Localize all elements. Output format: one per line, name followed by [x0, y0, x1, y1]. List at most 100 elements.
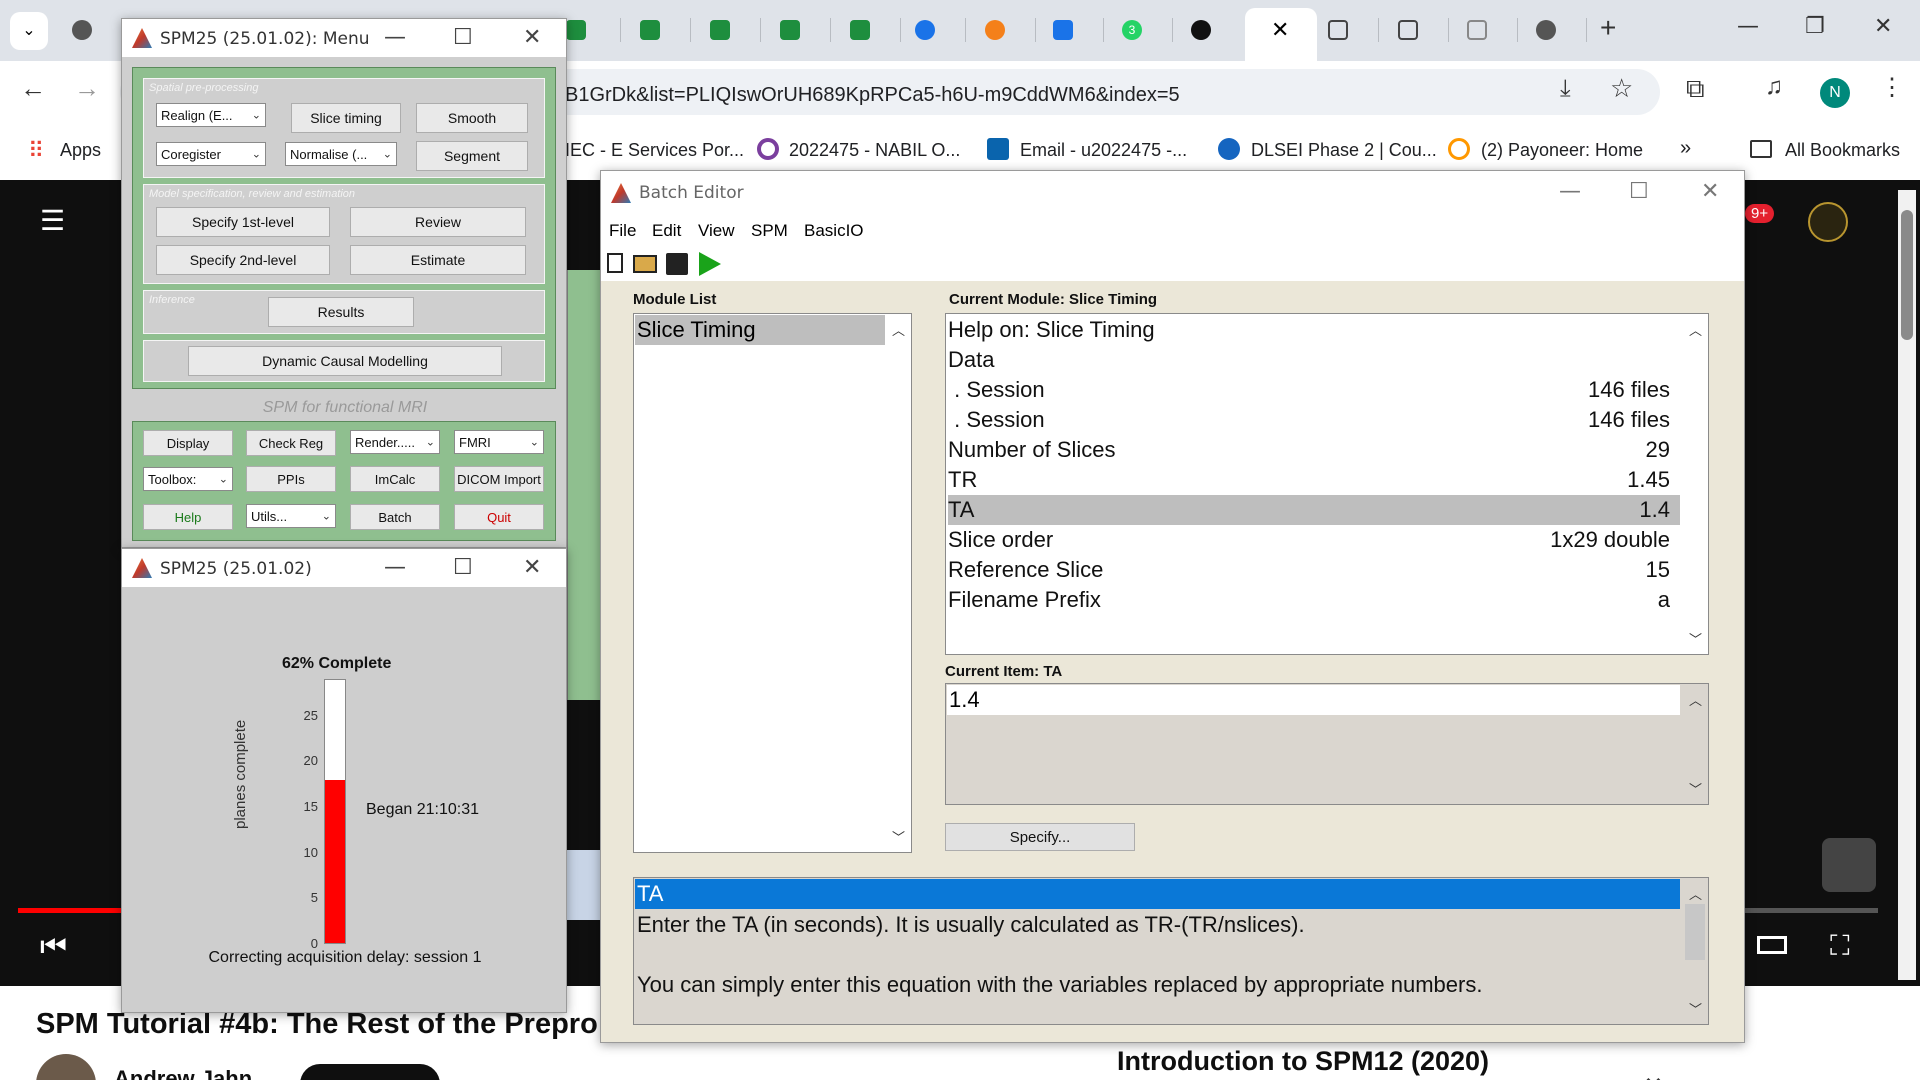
chatgpt-tab-icon[interactable] [1191, 20, 1211, 40]
scroll-down-icon[interactable]: ﹀ [1689, 629, 1702, 648]
minimize-icon[interactable]: — [1559, 179, 1581, 204]
module-row[interactable]: TA 1.4 [948, 495, 1680, 525]
scroll-down-icon[interactable]: ﹀ [892, 827, 905, 846]
bookmark-all[interactable]: All Bookmarks [1785, 140, 1900, 161]
dicom-import-button[interactable]: DICOM Import [454, 466, 544, 492]
progress-titlebar[interactable]: SPM25 (25.01.02) — ☐ ✕ [122, 549, 566, 587]
theater-icon[interactable] [1757, 936, 1787, 954]
hamburger-icon[interactable]: ☰ [40, 204, 65, 237]
meet-tab-icon[interactable] [850, 20, 870, 40]
close-tab-icon[interactable]: ✕ [1271, 18, 1289, 43]
chrome-tab-icon[interactable] [1536, 20, 1556, 40]
dcm-button[interactable]: Dynamic Causal Modelling [188, 346, 502, 376]
channel-avatar-small[interactable] [36, 1054, 96, 1080]
imcalc-button[interactable]: ImCalc [350, 466, 440, 492]
help-button[interactable]: Help [143, 504, 233, 530]
tab-search-button[interactable]: ⌄ [10, 12, 48, 50]
coregister-dropdown[interactable]: Coregister ⌄ [156, 142, 266, 166]
estimate-button[interactable]: Estimate [350, 245, 526, 275]
menu-view[interactable]: View [698, 221, 735, 241]
specify-2nd-level-button[interactable]: Specify 2nd-level [156, 245, 330, 275]
scroll-down-icon[interactable]: ﹀ [1689, 999, 1702, 1018]
reader-tab-icon[interactable] [1328, 20, 1348, 40]
minimize-icon[interactable]: — [1737, 14, 1759, 39]
spm-menu-titlebar[interactable]: SPM25 (25.01.02): Menu — ☐ ✕ [122, 19, 566, 57]
menu-file[interactable]: File [609, 221, 636, 241]
bookmark-apps[interactable]: Apps [60, 140, 101, 161]
maximize-icon[interactable]: ☐ [453, 555, 473, 580]
whatsapp-tab-icon[interactable]: 3 [1122, 20, 1142, 40]
results-button[interactable]: Results [268, 297, 414, 327]
save-icon[interactable] [666, 253, 688, 275]
specify-button[interactable]: Specify... [945, 823, 1135, 851]
app-tab-icon[interactable] [1053, 20, 1073, 40]
review-button[interactable]: Review [350, 207, 526, 237]
module-row[interactable]: Data [948, 345, 1680, 375]
help-scroll-thumb[interactable] [1685, 904, 1705, 960]
profile-avatar[interactable]: N [1820, 78, 1850, 108]
module-row[interactable]: TR 1.45 [948, 465, 1680, 495]
render-dropdown[interactable]: Render..... ⌄ [350, 430, 440, 454]
utils-dropdown[interactable]: Utils... ⌄ [246, 504, 336, 528]
toolbox-dropdown[interactable]: Toolbox: ⌄ [143, 467, 233, 491]
close-icon[interactable]: ✕ [1701, 179, 1719, 204]
playlist-title[interactable]: Introduction to SPM12 (2020) [1117, 1046, 1489, 1077]
segment-button[interactable]: Segment [416, 141, 528, 171]
back-icon[interactable]: ← [20, 73, 46, 104]
close-window-icon[interactable]: ✕ [1874, 14, 1892, 39]
realign-dropdown[interactable]: Realign (E... ⌄ [156, 103, 266, 127]
active-tab[interactable]: ✕ [1245, 8, 1317, 61]
forward-icon[interactable]: → [74, 73, 100, 104]
menu-kebab-icon[interactable]: ⋮ [1880, 73, 1904, 102]
url-text[interactable]: B1GrDk&list=PLIQIswOrUH689KpRPCa5-h6U-m9… [565, 84, 1180, 107]
maximize-icon[interactable]: ☐ [453, 25, 473, 50]
slice-timing-button[interactable]: Slice timing [291, 103, 401, 133]
media-icon[interactable]: ♫ [1765, 73, 1783, 101]
minimize-icon[interactable]: — [384, 25, 406, 50]
scrollbar-thumb[interactable] [1901, 210, 1913, 340]
current-module-list[interactable]: ︿ ﹀ Help on: Slice Timing Data . Session 1… [945, 313, 1709, 655]
meet-tab-icon[interactable] [710, 20, 730, 40]
reader-tab-icon[interactable] [1398, 20, 1418, 40]
ppis-button[interactable]: PPIs [246, 466, 336, 492]
new-file-icon[interactable] [607, 253, 623, 273]
subscribe-button[interactable] [300, 1064, 440, 1080]
chrome-tab-icon[interactable] [72, 20, 92, 40]
bookmark-iec[interactable]: IEC - E Services Por... [565, 140, 744, 161]
extensions-icon[interactable]: ⧉ [1686, 73, 1705, 105]
module-list[interactable]: Slice Timing ︿ ﹀ [633, 313, 912, 853]
close-playlist-icon[interactable]: ⌄ [1640, 1056, 1667, 1080]
apps-icon[interactable]: ⠿ [28, 138, 44, 164]
run-icon[interactable] [699, 252, 721, 276]
batch-editor-titlebar[interactable]: Batch Editor — ☐ ✕ [601, 171, 1744, 215]
open-folder-icon[interactable] [633, 255, 657, 273]
minimize-icon[interactable]: — [384, 555, 406, 580]
bookmark-nabil[interactable]: 2022475 - NABIL O... [789, 140, 960, 161]
close-icon[interactable]: ✕ [523, 555, 541, 580]
current-item-value[interactable]: 1.4 [947, 685, 1680, 715]
specify-1st-level-button[interactable]: Specify 1st-level [156, 207, 330, 237]
settings-tab-icon[interactable] [915, 20, 935, 40]
scroll-down-icon[interactable]: ﹀ [1689, 779, 1702, 798]
meet-tab-icon[interactable] [566, 20, 586, 40]
module-row[interactable]: . Session 146 files [948, 405, 1680, 435]
module-row[interactable]: . Session 146 files [948, 375, 1680, 405]
module-item[interactable]: Slice Timing [635, 315, 885, 345]
bookmark-dlsei[interactable]: DLSEI Phase 2 | Cou... [1251, 140, 1437, 161]
install-icon[interactable]: ⤓ [1560, 75, 1571, 103]
quit-button[interactable]: Quit [454, 504, 544, 530]
normalise-dropdown[interactable]: Normalise (... ⌄ [285, 142, 397, 166]
menu-edit[interactable]: Edit [652, 221, 681, 241]
module-row[interactable]: Reference Slice 15 [948, 555, 1680, 585]
scroll-up-icon[interactable]: ︿ [1689, 690, 1702, 709]
maximize-icon[interactable]: ☐ [1629, 179, 1649, 204]
close-icon[interactable]: ✕ [523, 25, 541, 50]
meet-tab-icon[interactable] [780, 20, 800, 40]
menu-spm[interactable]: SPM [751, 221, 788, 241]
bookmark-email[interactable]: Email - u2022475 -... [1020, 140, 1187, 161]
bookmark-star-icon[interactable]: ☆ [1610, 73, 1633, 104]
module-row[interactable]: Slice order 1x29 double [948, 525, 1680, 555]
channel-name[interactable]: Andrew Jahn [114, 1066, 252, 1080]
display-button[interactable]: Display [143, 430, 233, 456]
module-row[interactable]: Help on: Slice Timing [948, 315, 1680, 345]
